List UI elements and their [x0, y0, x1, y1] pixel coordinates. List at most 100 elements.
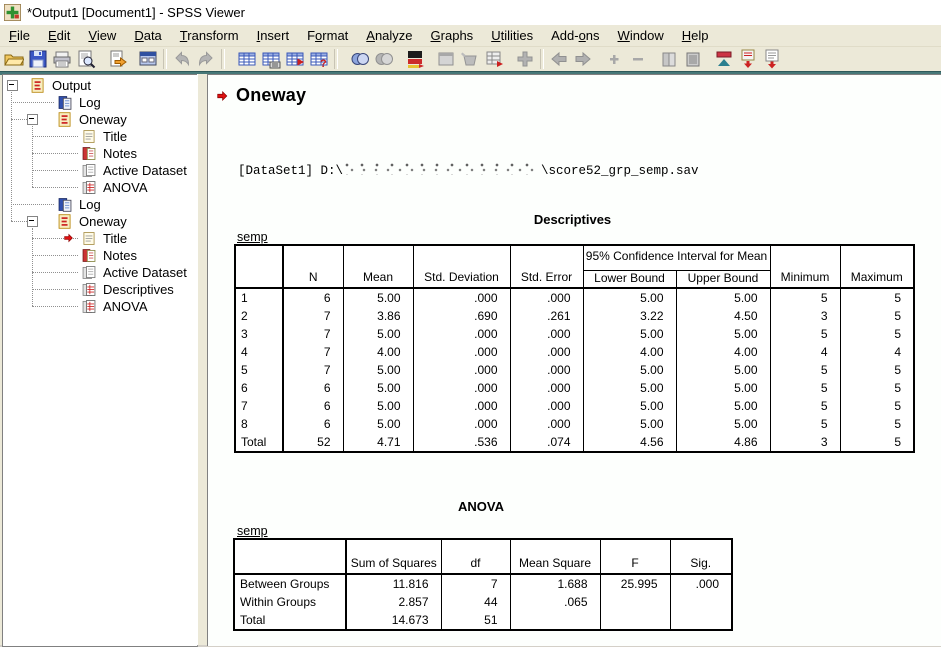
tree-item-title[interactable]: Title — [80, 128, 129, 145]
tree-item-label: ANOVA — [101, 299, 150, 314]
current-item-arrow-icon — [216, 89, 232, 103]
cell-value: 44 — [441, 593, 510, 611]
previous-output-icon — [547, 48, 571, 70]
spss-viewer-window: *Output1 [Document1] - SPSS Viewer FileE… — [0, 0, 941, 645]
cell-value: 5.00 — [676, 397, 770, 415]
tree-item-oneway[interactable]: Oneway — [56, 111, 129, 128]
cell-value: 5 — [840, 288, 913, 307]
menu-view[interactable]: View — [79, 26, 125, 45]
cell-value: 3 — [770, 307, 840, 325]
tree-item-notes[interactable]: Notes — [80, 145, 139, 162]
cell-value: 11.816 — [346, 574, 441, 593]
anova-table[interactable]: Sum of SquaresdfMean SquareFSig. Between… — [233, 538, 733, 631]
tree-item-label: Title — [101, 231, 129, 246]
export-icon[interactable] — [105, 48, 129, 70]
tree-guide-line — [11, 221, 27, 222]
cell-value: 5.00 — [343, 325, 413, 343]
tree-guide-line — [11, 102, 54, 103]
tree-item-log[interactable]: Log — [56, 196, 103, 213]
tree-guide-line — [32, 255, 78, 256]
redacted-path-scribble — [344, 163, 540, 175]
cell-value: 5 — [770, 325, 840, 343]
tree-item-active-dataset[interactable]: Active Dataset — [80, 162, 189, 179]
cell-value: 5.00 — [676, 361, 770, 379]
cell-value: 4 — [840, 343, 913, 361]
dataset-path-line: [DataSet1] D:\\score52_grp_semp.sav — [238, 163, 699, 178]
menu-insert[interactable]: Insert — [248, 26, 299, 45]
variables-icon[interactable] — [283, 48, 307, 70]
cell-value: .000 — [413, 343, 510, 361]
menu-add-ons[interactable]: Add-ons — [542, 26, 608, 45]
descriptives-table[interactable]: N Mean Std. Deviation Std. Error 95% Con… — [234, 244, 915, 453]
tree-item-oneway[interactable]: Oneway — [56, 213, 129, 230]
cell-value: .000 — [670, 574, 731, 593]
cell-value: .000 — [413, 397, 510, 415]
tree-item-log[interactable]: Log — [56, 94, 103, 111]
tree-item-anova[interactable]: ANOVA — [80, 298, 150, 315]
cell-value — [600, 611, 670, 629]
log-icon — [56, 94, 74, 111]
menu-window[interactable]: Window — [609, 26, 673, 45]
tree-item-anova[interactable]: ANOVA — [80, 179, 150, 196]
recall-dialogs-icon[interactable] — [136, 48, 160, 70]
run-script-icon[interactable] — [403, 48, 427, 70]
tree-expander-collapse-icon[interactable] — [27, 216, 38, 227]
designate-window-icon — [434, 48, 458, 70]
menu-bar: FileEditViewDataTransformInsertFormatAna… — [0, 25, 941, 47]
tree-expander-collapse-icon[interactable] — [7, 80, 18, 91]
dataset-icon — [80, 264, 98, 281]
cell-value: .000 — [510, 397, 583, 415]
column-header: F — [600, 540, 670, 574]
menu-utilities[interactable]: Utilities — [482, 26, 542, 45]
goto-case-icon[interactable] — [259, 48, 283, 70]
menu-transform[interactable]: Transform — [171, 26, 248, 45]
cell-value: .000 — [413, 325, 510, 343]
show-hide-icon[interactable] — [712, 48, 736, 70]
menu-help[interactable]: Help — [673, 26, 718, 45]
insert-text-icon[interactable] — [760, 48, 784, 70]
tree-item-descriptives[interactable]: Descriptives — [80, 281, 176, 298]
tree-item-output[interactable]: Output — [29, 77, 93, 94]
anova-corner-label: semp — [237, 524, 268, 538]
descriptives-row: 6 65.00.000.0005.005.0055 — [236, 379, 913, 397]
descriptives-row: 5 75.00.000.0005.005.0055 — [236, 361, 913, 379]
cell-value: 5.00 — [676, 325, 770, 343]
tree-item-active-dataset[interactable]: Active Dataset — [80, 264, 189, 281]
cell-value: .065 — [510, 593, 600, 611]
cell-value: 5 — [770, 288, 840, 307]
save-icon[interactable] — [26, 48, 50, 70]
variable-info-icon[interactable]: ? — [307, 48, 331, 70]
tree-item-notes[interactable]: Notes — [80, 247, 139, 264]
row-label: Within Groups — [235, 593, 346, 611]
tree-item-label: Active Dataset — [101, 163, 189, 178]
cell-value: 3.22 — [583, 307, 676, 325]
menu-file[interactable]: File — [0, 26, 39, 45]
cell-value: 5.00 — [676, 415, 770, 433]
tree-guide-line — [11, 204, 54, 205]
table-icon — [80, 298, 98, 315]
tree-expander-collapse-icon[interactable] — [27, 114, 38, 125]
tree-item-title[interactable]: Title — [80, 230, 129, 247]
menu-edit[interactable]: Edit — [39, 26, 79, 45]
menu-analyze[interactable]: Analyze — [357, 26, 421, 45]
row-label: 8 — [236, 415, 283, 433]
anova-table-title: ANOVA — [233, 499, 729, 514]
menu-data[interactable]: Data — [125, 26, 170, 45]
row-label: 3 — [236, 325, 283, 343]
use-sets-icon[interactable] — [348, 48, 372, 70]
cell-value: .000 — [413, 415, 510, 433]
cell-value: 4.56 — [583, 433, 676, 451]
print-preview-icon[interactable] — [74, 48, 98, 70]
column-header: N — [283, 246, 343, 288]
cell-value: .000 — [510, 325, 583, 343]
menu-format[interactable]: Format — [298, 26, 357, 45]
tree-item-label: ANOVA — [101, 180, 150, 195]
insert-case-icon[interactable] — [482, 48, 506, 70]
insert-heading-icon[interactable] — [736, 48, 760, 70]
ci-spanner-header: 95% Confidence Interval for Mean — [583, 246, 770, 270]
menu-graphs[interactable]: Graphs — [422, 26, 483, 45]
tree-guide-line — [32, 136, 78, 137]
goto-data-icon[interactable] — [235, 48, 259, 70]
print-icon[interactable] — [50, 48, 74, 70]
open-icon[interactable] — [2, 48, 26, 70]
